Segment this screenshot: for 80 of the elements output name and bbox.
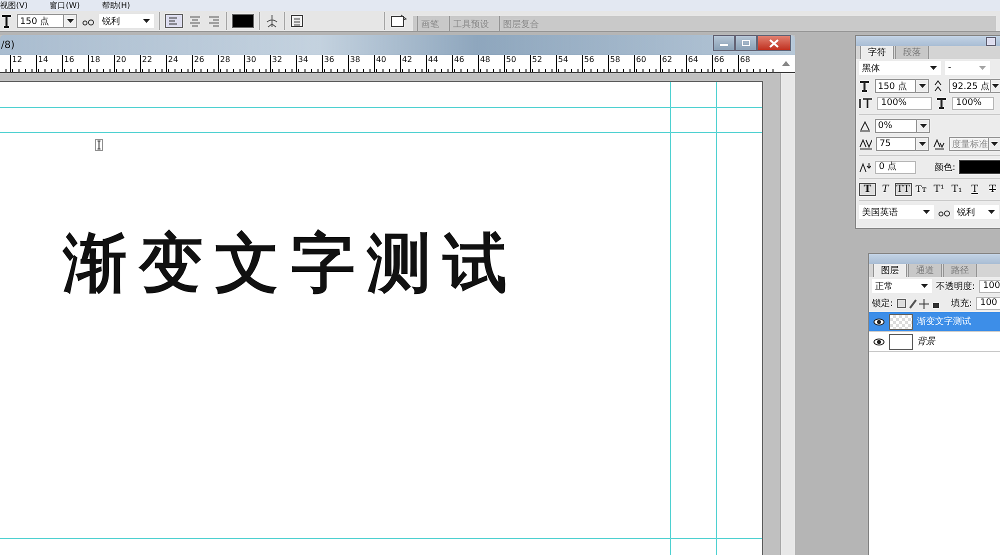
tsume-field[interactable]: 0% xyxy=(875,119,930,133)
anti-alias-dropdown[interactable]: 锐利 xyxy=(99,14,154,28)
lock-label: 锁定: xyxy=(872,298,894,310)
baseline-shift-icon xyxy=(859,162,871,172)
maximize-button[interactable] xyxy=(735,35,757,51)
text-style-button[interactable]: TT xyxy=(894,183,912,196)
menu-item[interactable]: 窗口(W) xyxy=(50,0,80,11)
text-cursor-icon xyxy=(95,139,103,151)
layer-row[interactable]: 背景 xyxy=(869,332,1000,352)
anti-alias-icon xyxy=(938,208,950,216)
lock-icons[interactable] xyxy=(897,298,940,308)
font-size-icon xyxy=(859,80,871,92)
caret-icon xyxy=(923,210,930,214)
text-color-swatch[interactable] xyxy=(232,14,254,28)
caret-icon xyxy=(921,284,928,288)
caret-icon xyxy=(988,210,995,214)
window-title: /8) xyxy=(0,40,15,50)
text-style-button[interactable]: T xyxy=(984,183,1000,196)
anti-alias-icon xyxy=(82,16,94,26)
vertical-scale-field[interactable]: 100% xyxy=(877,97,932,110)
caret-icon xyxy=(920,124,926,128)
blend-mode-dropdown[interactable]: 正常 xyxy=(872,279,932,293)
fill-label: 填充: xyxy=(951,298,972,310)
layer-name: 背景 xyxy=(917,336,935,348)
eye-icon[interactable] xyxy=(873,318,885,326)
file-browser-icon[interactable] xyxy=(390,13,408,29)
close-button[interactable] xyxy=(757,35,791,51)
opacity-field[interactable]: 100 xyxy=(979,280,1000,292)
caret-icon xyxy=(979,66,986,70)
align-center-icon[interactable] xyxy=(188,14,202,28)
eye-icon[interactable] xyxy=(873,338,885,346)
panel-minimize-button[interactable] xyxy=(986,37,996,46)
caret-icon xyxy=(918,142,926,146)
kerning-icon xyxy=(933,138,945,150)
caret-icon xyxy=(918,84,926,88)
caret-icon xyxy=(66,19,74,23)
tsume-icon xyxy=(859,120,871,132)
layer-name: 渐变文字测试 xyxy=(917,316,971,328)
layer-thumbnail xyxy=(889,314,913,330)
font-style-dropdown[interactable]: - xyxy=(945,61,990,75)
caret-icon xyxy=(930,66,937,70)
tracking-field[interactable]: 75 xyxy=(876,137,930,151)
horizontal-scale-icon xyxy=(936,98,948,109)
scroll-up-icon[interactable] xyxy=(781,59,791,67)
align-right-icon[interactable] xyxy=(207,14,221,28)
tracking-icon xyxy=(859,138,872,150)
palette-icon[interactable] xyxy=(290,14,304,28)
opacity-label: 不透明度: xyxy=(936,280,976,292)
fill-field[interactable]: 100 xyxy=(976,297,1000,310)
color-swatch[interactable] xyxy=(959,160,1000,174)
menu-item[interactable]: 帮助(H) xyxy=(102,0,130,11)
vertical-scrollbar[interactable] xyxy=(780,73,795,555)
minimize-button[interactable] xyxy=(713,35,735,51)
horizontal-scale-field[interactable]: 100% xyxy=(952,97,994,110)
anti-alias-dropdown[interactable]: 锐利 xyxy=(954,205,999,219)
close-icon xyxy=(769,38,779,48)
font-family-dropdown[interactable]: 黑体 xyxy=(859,61,941,75)
layer-thumbnail xyxy=(889,334,913,350)
caret-icon xyxy=(143,19,150,23)
text-tool-icon[interactable] xyxy=(1,14,12,28)
text-style-button[interactable]: T xyxy=(966,183,984,196)
leading-field[interactable]: 92.25 点 xyxy=(949,79,1000,93)
canvas-text: 渐变文字测试 xyxy=(63,229,519,300)
language-dropdown[interactable]: 美国英语 xyxy=(859,205,934,219)
text-style-button[interactable]: T¹ xyxy=(930,183,948,196)
baseline-shift-field[interactable]: 0 点 xyxy=(874,160,916,174)
menu-item[interactable]: 视图(V) xyxy=(0,0,28,11)
caret-icon xyxy=(991,142,998,146)
font-size-field[interactable]: 150 点 xyxy=(874,79,930,93)
text-style-button[interactable]: T xyxy=(859,183,876,196)
warp-text-icon[interactable] xyxy=(265,13,279,29)
color-label: 颜色: xyxy=(934,162,956,174)
font-size-dropdown[interactable]: 150 点 xyxy=(17,14,77,28)
caret-icon xyxy=(992,84,999,88)
text-style-button[interactable]: Tт xyxy=(912,184,930,196)
align-left-icon[interactable] xyxy=(165,14,183,28)
vertical-scale-icon xyxy=(859,98,873,109)
text-style-button[interactable]: T xyxy=(876,183,894,196)
maximize-icon xyxy=(741,39,751,47)
text-style-button[interactable]: T₁ xyxy=(948,183,966,196)
